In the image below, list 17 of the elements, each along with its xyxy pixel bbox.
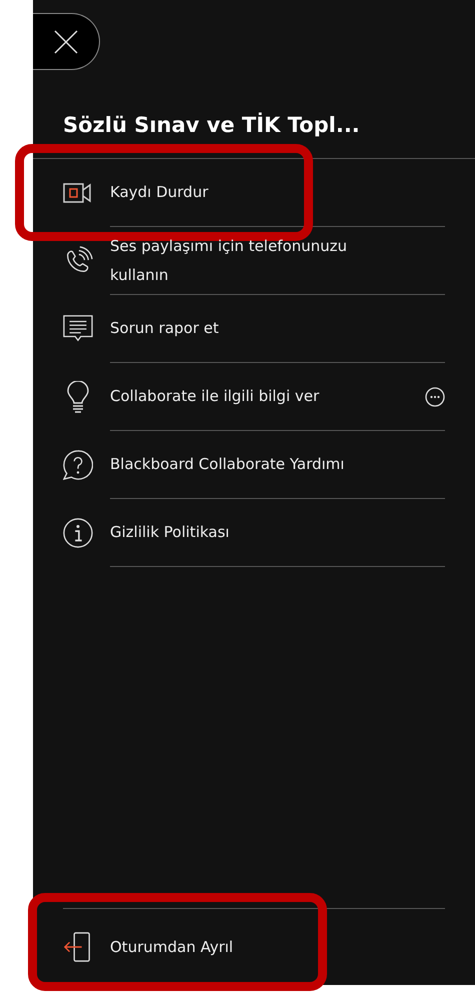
video-camera-icon [63, 182, 93, 204]
message-icon [63, 314, 93, 344]
close-icon [53, 28, 79, 54]
menu-item[interactable]: Collaborate ile ilgili bilgi ver [110, 382, 320, 411]
menu-item[interactable]: Sorun rapor et [110, 314, 219, 343]
more-icon[interactable] [425, 386, 445, 406]
question-bubble-icon [63, 449, 93, 481]
menu-item[interactable]: Gizlilik Politikası [110, 518, 230, 547]
info-icon [63, 517, 93, 549]
exit-icon [63, 931, 93, 963]
menu-item[interactable]: Blackboard Collaborate Yardımı [110, 450, 344, 479]
menu-item[interactable]: Ses paylaşımı için telefonunuzu kullanın [110, 232, 390, 290]
meeting-title: Sözlü Sınav ve TİK Topl... [63, 112, 361, 139]
leave-session-item[interactable]: Oturumdan Ayrıl [110, 932, 234, 962]
lightbulb-icon [67, 381, 89, 413]
menu-item[interactable]: Kaydı Durdur [110, 178, 208, 207]
close-button[interactable] [33, 13, 100, 70]
